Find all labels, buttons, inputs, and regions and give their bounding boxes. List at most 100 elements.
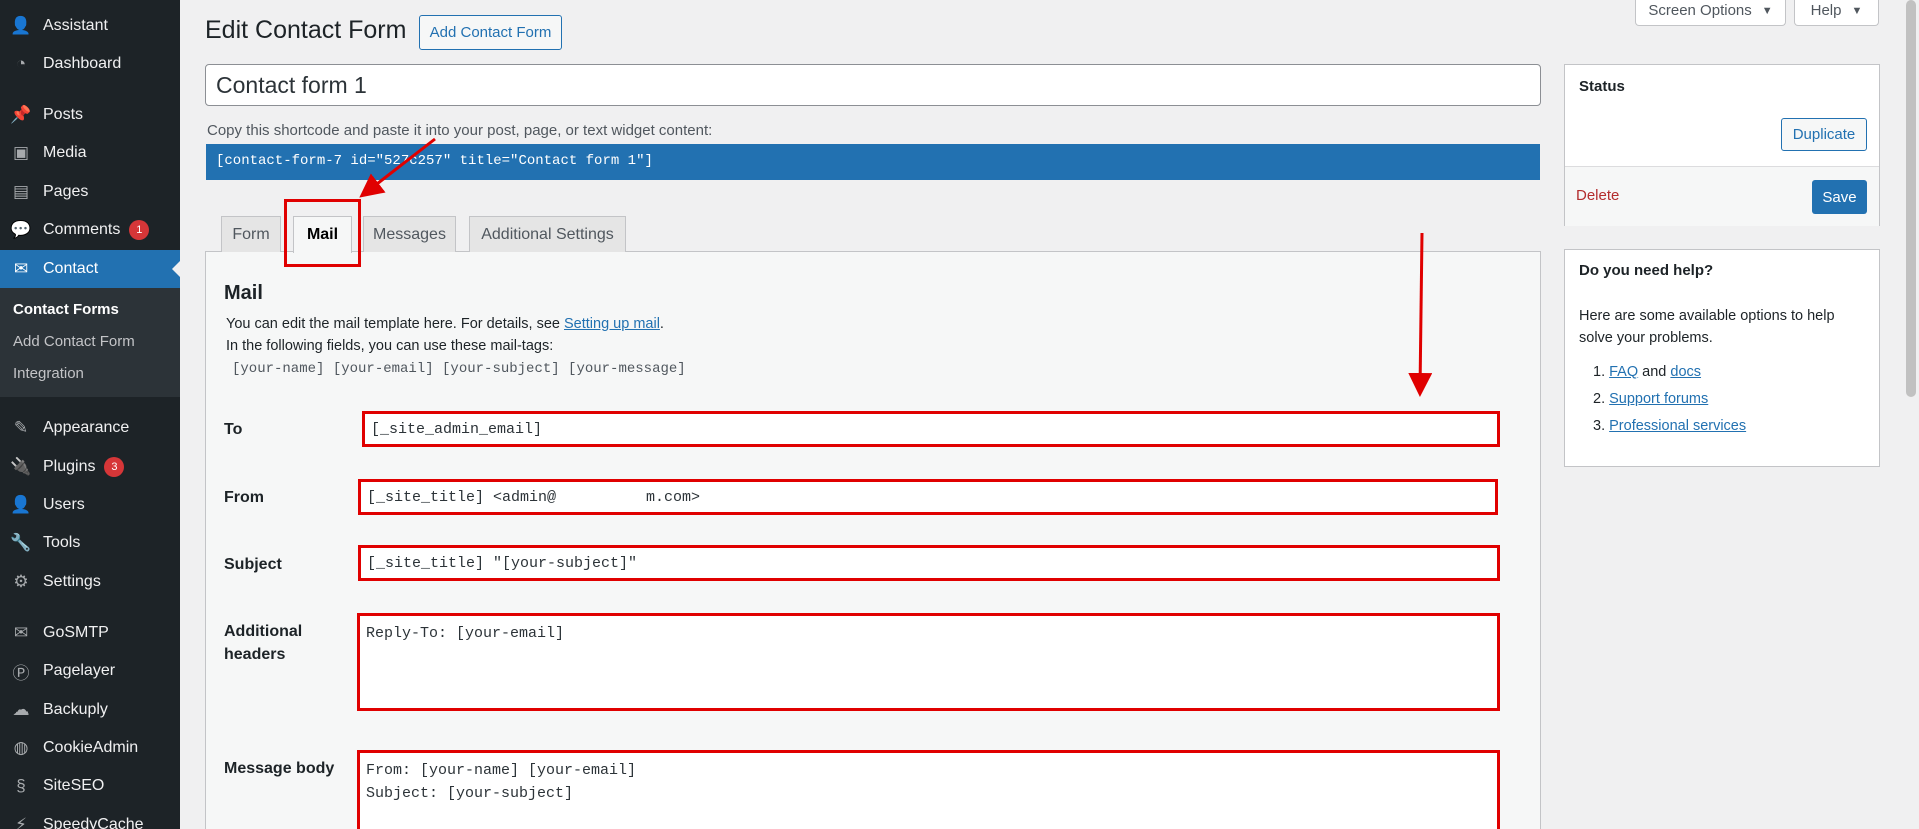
sidebar-item-contact[interactable]: ✉ Contact xyxy=(0,250,180,288)
sidebar-item-dashboard[interactable]: ◔ Dashboard xyxy=(0,45,180,83)
sidebar-item-cookieadmin[interactable]: ◍ CookieAdmin xyxy=(0,729,180,767)
sidebar-item-label: Media xyxy=(43,144,87,161)
sidebar-item-label: Posts xyxy=(43,106,84,123)
submenu-contact-forms[interactable]: Contact Forms xyxy=(13,301,119,318)
screen-options-label: Screen Options xyxy=(1648,2,1752,19)
from-label: From xyxy=(224,489,264,506)
sidebar-item-comments[interactable]: 💬 Comments 1 xyxy=(0,211,180,249)
faq-link[interactable]: FAQ xyxy=(1609,364,1638,380)
duplicate-button[interactable]: Duplicate xyxy=(1781,118,1867,151)
mail-tab-highlight xyxy=(284,199,361,267)
mail-description-text: You can edit the mail template here. For… xyxy=(226,316,564,332)
screen-options-button[interactable]: Screen Options ▼ xyxy=(1635,0,1786,26)
sidebar-item-label: SiteSEO xyxy=(43,777,105,794)
cloud-icon: ☁ xyxy=(12,700,30,719)
scrollbar-thumb[interactable] xyxy=(1906,0,1916,397)
save-button[interactable]: Save xyxy=(1812,180,1867,214)
help-tab-label: Help xyxy=(1810,2,1842,19)
message-body-field[interactable]: From: [your-name] [your-email] Subject: … xyxy=(357,750,1500,829)
message-body-label: Message body xyxy=(224,760,335,777)
mail-tags: [your-name] [your-email] [your-subject] … xyxy=(232,361,686,377)
status-box: Status Duplicate Delete Save xyxy=(1564,64,1880,226)
subject-field[interactable]: [_site_title] "[your-subject]" xyxy=(358,545,1500,581)
additional-headers-field[interactable]: Reply-To: [your-email] xyxy=(357,613,1500,711)
shortcode-field[interactable]: [contact-form-7 id="527c257" title="Cont… xyxy=(206,144,1540,180)
add-contact-form-button[interactable]: Add Contact Form xyxy=(419,15,562,50)
shortcode-hint: Copy this shortcode and paste it into yo… xyxy=(207,122,713,139)
users-icon: 👤 xyxy=(10,495,32,514)
sidebar-item-label: Pages xyxy=(43,183,89,200)
sidebar-item-backuply[interactable]: ☁ Backuply xyxy=(0,691,180,729)
sidebar-item-assistant[interactable]: 👤 Assistant xyxy=(0,7,180,45)
to-label: To xyxy=(224,421,243,438)
tab-additional-settings[interactable]: Additional Settings xyxy=(469,216,626,252)
admin-sidebar: Contact Forms Add Contact Form Integrati… xyxy=(0,0,180,829)
help-tab-button[interactable]: Help ▼ xyxy=(1794,0,1879,26)
help-title: Do you need help? xyxy=(1579,262,1714,279)
notification-badge: 3 xyxy=(104,457,125,477)
contact-submenu: Contact Forms Add Contact Form Integrati… xyxy=(0,288,180,397)
assistant-icon: 👤 xyxy=(10,16,32,35)
sidebar-item-gosmtp[interactable]: ✉ GoSMTP xyxy=(0,614,180,652)
sidebar-item-label: Dashboard xyxy=(43,55,122,72)
setting-up-mail-link[interactable]: Setting up mail xyxy=(564,316,660,332)
submenu-add-contact-form[interactable]: Add Contact Form xyxy=(13,333,135,350)
pages-icon: ▤ xyxy=(12,182,30,201)
sidebar-item-label: Plugins xyxy=(43,458,96,475)
sidebar-item-pages[interactable]: ▤ Pages xyxy=(0,173,180,211)
help-item-number: 2. xyxy=(1593,391,1606,407)
help-item-and: and xyxy=(1638,364,1671,380)
help-item-support: 2. Support forums xyxy=(1593,391,1708,407)
mail-icon: ✉ xyxy=(13,259,29,278)
sidebar-item-posts[interactable]: 📌 Posts xyxy=(0,96,180,134)
sidebar-item-pagelayer[interactable]: Ⓟ Pagelayer xyxy=(0,652,180,690)
from-field[interactable]: [_site_title] <admin@ m.com> xyxy=(358,479,1498,515)
comment-icon: 💬 xyxy=(10,220,32,239)
tab-messages[interactable]: Messages xyxy=(363,216,456,252)
speedycache-icon: ⚡ xyxy=(15,815,27,829)
submenu-integration[interactable]: Integration xyxy=(13,365,84,382)
siteseo-icon: § xyxy=(16,776,26,795)
help-item-number: 1. xyxy=(1593,364,1606,380)
subject-label: Subject xyxy=(224,556,282,573)
sidebar-item-media[interactable]: ▣ Media xyxy=(0,134,180,172)
sidebar-item-siteseo[interactable]: § SiteSEO xyxy=(0,767,180,805)
sidebar-item-tools[interactable]: 🔧 Tools xyxy=(0,524,180,562)
help-box: Do you need help? Here are some availabl… xyxy=(1564,249,1880,467)
additional-headers-label-line2: headers xyxy=(224,646,286,663)
sidebar-item-label: Tools xyxy=(43,534,81,551)
sidebar-item-settings[interactable]: ⚙ Settings xyxy=(0,563,180,601)
docs-link[interactable]: docs xyxy=(1670,364,1701,380)
form-title-input[interactable] xyxy=(205,64,1541,106)
mail-description-end: . xyxy=(659,316,664,332)
help-item-faq: 1. FAQ and docs xyxy=(1593,364,1701,380)
delete-link[interactable]: Delete xyxy=(1576,187,1619,204)
support-forums-link[interactable]: Support forums xyxy=(1609,391,1708,407)
to-field[interactable]: [_site_admin_email] xyxy=(362,411,1500,447)
sidebar-item-users[interactable]: 👤 Users xyxy=(0,486,180,524)
sidebar-item-label: Comments xyxy=(43,221,121,238)
caret-down-icon: ▼ xyxy=(1761,4,1773,17)
dashboard-icon: ◔ xyxy=(15,54,27,73)
sidebar-item-label: Settings xyxy=(43,573,101,590)
pin-icon: 📌 xyxy=(10,105,32,124)
sidebar-item-label: CookieAdmin xyxy=(43,739,139,756)
cookie-icon: ◍ xyxy=(13,738,29,757)
sidebar-item-plugins[interactable]: 🔌 Plugins 3 xyxy=(0,448,180,486)
notification-badge: 1 xyxy=(129,220,150,240)
professional-services-link[interactable]: Professional services xyxy=(1609,418,1746,434)
additional-headers-label-line1: Additional xyxy=(224,623,303,640)
media-icon: ▣ xyxy=(12,143,30,162)
mail-heading: Mail xyxy=(224,282,263,304)
pagelayer-icon: Ⓟ xyxy=(12,663,30,683)
help-item-number: 3. xyxy=(1593,418,1606,434)
sidebar-item-label: Users xyxy=(43,496,85,513)
tab-form[interactable]: Form xyxy=(221,216,281,252)
help-item-professional: 3. Professional services xyxy=(1593,418,1746,434)
brush-icon: ✎ xyxy=(13,418,29,437)
page-scrollbar[interactable] xyxy=(1903,0,1919,829)
settings-icon: ⚙ xyxy=(13,572,29,591)
mail-tags-intro: In the following fields, you can use the… xyxy=(226,338,554,354)
sidebar-item-speedycache[interactable]: ⚡ SpeedyCache xyxy=(0,806,180,829)
sidebar-item-appearance[interactable]: ✎ Appearance xyxy=(0,409,180,447)
